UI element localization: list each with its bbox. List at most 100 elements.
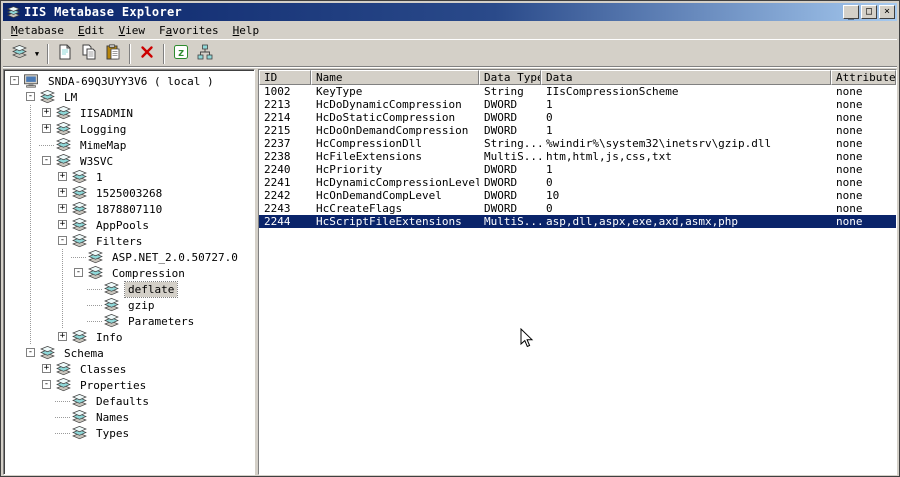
column-header-id[interactable]: ID xyxy=(259,70,311,85)
tree-item-logging[interactable]: + Logging xyxy=(7,121,254,137)
tree-item-types[interactable]: Types xyxy=(7,425,254,441)
column-header-attributes[interactable]: Attributes xyxy=(831,70,896,85)
tree-expander-plus[interactable]: + xyxy=(55,201,71,217)
collapse-icon[interactable]: - xyxy=(74,268,83,277)
tree-item-1[interactable]: +1 xyxy=(7,169,254,185)
tree-indent-guide xyxy=(39,393,55,409)
tree-view[interactable]: - SNDA-69Q3UYY3V6 ( local ) - LM + IISADMIN + L… xyxy=(3,69,255,475)
script-button[interactable]: z xyxy=(169,43,193,65)
tree-expander-plus[interactable]: + xyxy=(39,361,55,377)
tree-expander-minus[interactable]: - xyxy=(39,153,55,169)
tree-item-apppools[interactable]: + AppPools xyxy=(7,217,254,233)
menu-help[interactable]: Help xyxy=(226,22,267,39)
tree-indent-guide xyxy=(7,233,23,249)
tree-item-w3svc[interactable]: - W3SVC xyxy=(7,153,254,169)
collapse-icon[interactable]: - xyxy=(26,348,35,357)
collapse-icon[interactable]: - xyxy=(42,380,51,389)
tree-item-schema[interactable]: - Schema xyxy=(7,345,254,361)
table-row-2215[interactable]: 2215 HcDoOnDemandCompression DWORD 1 none xyxy=(259,124,896,137)
column-header-name[interactable]: Name xyxy=(311,70,479,85)
tree-indent-guide xyxy=(23,281,39,297)
tree-item-info[interactable]: + Info xyxy=(7,329,254,345)
connect-button[interactable] xyxy=(7,43,31,65)
expand-icon[interactable]: + xyxy=(58,220,67,229)
tree-item-iisadmin[interactable]: + IISADMIN xyxy=(7,105,254,121)
table-row-2213[interactable]: 2213 HcDoDynamicCompression DWORD 1 none xyxy=(259,98,896,111)
expand-icon[interactable]: + xyxy=(42,124,51,133)
menu-metabase[interactable]: Metabase xyxy=(4,22,71,39)
expand-icon[interactable]: + xyxy=(58,204,67,213)
table-row-2240[interactable]: 2240 HcPriority DWORD 1 none xyxy=(259,163,896,176)
tree-indent-guide xyxy=(7,89,23,105)
collapse-icon[interactable]: - xyxy=(10,76,19,85)
tree-item-properties[interactable]: - Properties xyxy=(7,377,254,393)
list-body[interactable]: 1002 KeyType String IIsCompressionScheme non… xyxy=(259,85,896,474)
paste-button[interactable] xyxy=(101,43,125,65)
tree-item-lm[interactable]: - LM xyxy=(7,89,254,105)
copy-button[interactable] xyxy=(77,43,101,65)
tree-indent-guide xyxy=(7,169,23,185)
tree-expander-minus[interactable]: - xyxy=(39,377,55,393)
tree-expander-plus[interactable]: + xyxy=(55,329,71,345)
expand-icon[interactable]: + xyxy=(42,364,51,373)
tree-expander-minus[interactable]: - xyxy=(71,265,87,281)
tree-item-mimemap[interactable]: MimeMap xyxy=(7,137,254,153)
metabase-icon xyxy=(71,218,89,232)
tree-item-compression[interactable]: - Compression xyxy=(7,265,254,281)
table-row-2244[interactable]: 2244 HcScriptFileExtensions MultiS... asp,d… xyxy=(259,215,896,228)
expand-icon[interactable]: + xyxy=(42,108,51,117)
list-header: ID Name Data Type Data Attributes xyxy=(259,70,896,85)
table-row-2242[interactable]: 2242 HcOnDemandCompLevel DWORD 10 none xyxy=(259,189,896,202)
delete-button[interactable] xyxy=(135,43,159,65)
tree-item-names[interactable]: Names xyxy=(7,409,254,425)
tree-item-filters[interactable]: - Filters xyxy=(7,233,254,249)
network-button[interactable] xyxy=(193,43,217,65)
column-header-data-type[interactable]: Data Type xyxy=(479,70,541,85)
expand-icon[interactable]: + xyxy=(58,172,67,181)
tree-item-gzip[interactable]: gzip xyxy=(7,297,254,313)
tree-expander-minus[interactable]: - xyxy=(7,73,23,89)
close-button[interactable]: × xyxy=(879,5,895,19)
tree-expander-minus[interactable]: - xyxy=(23,345,39,361)
menu-edit[interactable]: Edit xyxy=(71,22,112,39)
table-row-2237[interactable]: 2237 HcCompressionDll String... %windir%\sy… xyxy=(259,137,896,150)
table-row-2238[interactable]: 2238 HcFileExtensions MultiS... htm,html,js… xyxy=(259,150,896,163)
maximize-button[interactable]: □ xyxy=(861,5,877,19)
tree-item-snda-69q3uyy3v6-local[interactable]: - SNDA-69Q3UYY3V6 ( local ) xyxy=(7,73,254,89)
title-bar[interactable]: IIS Metabase Explorer _ □ × xyxy=(3,3,897,21)
connect-dropdown[interactable]: ▼ xyxy=(31,43,43,65)
metabase-icon xyxy=(87,266,105,280)
table-row-2243[interactable]: 2243 HcCreateFlags DWORD 0 none xyxy=(259,202,896,215)
table-row-1002[interactable]: 1002 KeyType String IIsCompressionScheme non… xyxy=(259,85,896,98)
minimize-button[interactable]: _ xyxy=(843,5,859,20)
tree-item-asp-net-2-0-50727-0[interactable]: ASP.NET_2.0.50727.0 xyxy=(7,249,254,265)
tree-item-1525003268[interactable]: +1525003268 xyxy=(7,185,254,201)
expand-icon[interactable]: + xyxy=(58,188,67,197)
list-view[interactable]: ID Name Data Type Data Attributes 1002 KeyTyp… xyxy=(258,69,897,475)
collapse-icon[interactable]: - xyxy=(26,92,35,101)
tree-item-defaults[interactable]: Defaults xyxy=(7,393,254,409)
expand-icon[interactable]: + xyxy=(58,332,67,341)
tree-expander-plus[interactable]: + xyxy=(55,185,71,201)
tree-indent-guide xyxy=(39,281,55,297)
column-header-data[interactable]: Data xyxy=(541,70,831,85)
tree-expander-minus[interactable]: - xyxy=(55,233,71,249)
tree-label: ASP.NET_2.0.50727.0 xyxy=(112,250,238,264)
collapse-icon[interactable]: - xyxy=(58,236,67,245)
menu-favorites[interactable]: Favorites xyxy=(152,22,226,39)
tree-expander-plus[interactable]: + xyxy=(39,121,55,137)
tree-expander-plus[interactable]: + xyxy=(55,217,71,233)
tree-expander-plus[interactable]: + xyxy=(39,105,55,121)
tree-item-classes[interactable]: + Classes xyxy=(7,361,254,377)
tree-item-1878807110[interactable]: +1878807110 xyxy=(7,201,254,217)
new-key-button[interactable] xyxy=(53,43,77,65)
menu-view[interactable]: View xyxy=(112,22,153,39)
collapse-icon[interactable]: - xyxy=(42,156,51,165)
table-row-2241[interactable]: 2241 HcDynamicCompressionLevel DWORD 0 none xyxy=(259,176,896,189)
cell-attributes: none xyxy=(836,98,863,111)
tree-item-deflate[interactable]: deflate xyxy=(7,280,254,298)
tree-expander-plus[interactable]: + xyxy=(55,169,71,185)
table-row-2214[interactable]: 2214 HcDoStaticCompression DWORD 0 none xyxy=(259,111,896,124)
tree-item-parameters[interactable]: Parameters xyxy=(7,313,254,329)
tree-expander-minus[interactable]: - xyxy=(23,89,39,105)
